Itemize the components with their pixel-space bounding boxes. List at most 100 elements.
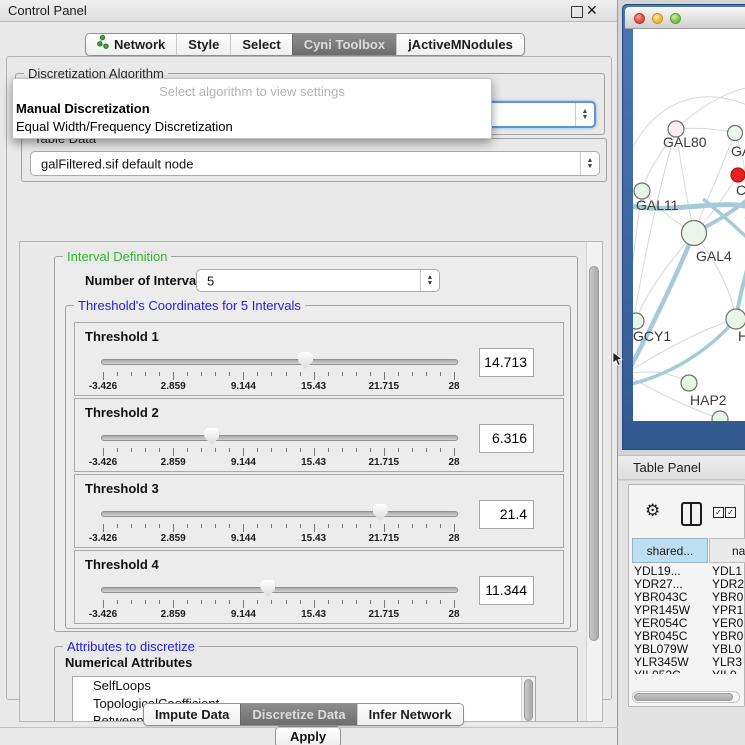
table-row[interactable]: YER054CYER0 xyxy=(632,616,745,629)
network-node[interactable] xyxy=(712,411,728,421)
table-row[interactable]: YPR145WYPR1 xyxy=(632,603,745,616)
network-canvas[interactable]: GAL80GACGAL11GAL4GCY1HHAP2 xyxy=(633,29,745,421)
algorithm-dropdown-popup: Select algorithm to view settings Manual… xyxy=(12,78,492,139)
apply-button[interactable]: Apply xyxy=(275,726,341,745)
column-header-name[interactable]: na xyxy=(709,538,745,563)
algorithm-option-equal-width[interactable]: Equal Width/Frequency Discretization xyxy=(13,118,491,136)
combo-arrows-icon: ▲▼ xyxy=(420,270,439,291)
table-row[interactable]: YBR045CYBR0 xyxy=(632,629,745,642)
combo-arrows-icon: ▲▼ xyxy=(575,103,594,126)
threshold-3-row: Threshold 3 -3.4262.8599.14415.4321.7152… xyxy=(74,474,564,548)
mouse-cursor xyxy=(612,351,624,372)
node-table[interactable]: shared... na YDL19...YDL1YDR27...YDR2YBR… xyxy=(630,538,745,674)
number-of-intervals-combobox[interactable]: 5 ▲▼ xyxy=(196,269,440,292)
window-minimize-icon[interactable] xyxy=(652,13,663,24)
gear-icon[interactable]: ⚙ xyxy=(645,502,660,519)
network-node[interactable] xyxy=(728,126,743,141)
table-row[interactable]: YIL052CYIL0 xyxy=(632,668,745,674)
interval-definition-label: Interval Definition xyxy=(63,249,171,264)
node-label: GA xyxy=(731,143,745,159)
table-row[interactable]: YBR043CYBR0 xyxy=(632,590,745,603)
tab-jactivemnodules[interactable]: jActiveMNodules xyxy=(396,34,524,55)
column-selector-icon[interactable] xyxy=(681,502,702,526)
node-label: GAL4 xyxy=(696,248,732,264)
threshold-4-slider-track[interactable] xyxy=(101,587,458,593)
control-panel: Control Panel ✕ Network Style Se xyxy=(0,0,618,745)
threshold-2-slider-track[interactable] xyxy=(101,435,458,441)
window-zoom-icon[interactable] xyxy=(670,13,681,24)
number-of-intervals-value: 5 xyxy=(207,273,214,288)
node-label: GCY1 xyxy=(633,328,671,344)
table-panel-inner: ⚙ ✓ ✓ shared... na YDL19...YDL1YDR27...Y… xyxy=(628,484,745,707)
checkbox-icon[interactable]: ✓ xyxy=(725,507,736,518)
float-panel-icon[interactable] xyxy=(571,6,583,18)
settings-vertical-scrollbar[interactable] xyxy=(586,242,602,721)
threshold-4-slider-thumb[interactable] xyxy=(260,580,275,597)
scrollbar-thumb[interactable] xyxy=(589,266,599,641)
checkbox-icon[interactable]: ✓ xyxy=(713,507,724,518)
attribute-list-item[interactable]: SelfLoops xyxy=(73,677,535,695)
network-node[interactable] xyxy=(681,375,697,391)
threshold-2-value-field[interactable]: 6.316 xyxy=(479,424,534,453)
window-close-icon[interactable] xyxy=(634,13,645,24)
network-node[interactable] xyxy=(633,313,644,329)
network-view-window[interactable]: GAL80GACGAL11GAL4GCY1HHAP2 xyxy=(622,4,745,450)
table-panel-title: Table Panel xyxy=(633,460,701,475)
node-label: GAL80 xyxy=(663,134,707,150)
screen: Control Panel ✕ Network Style Se xyxy=(0,0,745,745)
table-data-value: galFiltered.sif default node xyxy=(41,156,193,171)
control-panel-tabs: Network Style Select Cyni Toolbox jActiv… xyxy=(85,33,525,56)
network-node[interactable] xyxy=(731,168,745,182)
algorithm-option-manual[interactable]: Manual Discretization xyxy=(13,100,491,118)
table-panel-body: ⚙ ✓ ✓ shared... na YDL19...YDL1YDR27...Y… xyxy=(618,481,745,745)
threshold-3-slider-track[interactable] xyxy=(101,511,458,517)
table-row[interactable]: YDL19...YDL1 xyxy=(632,564,745,577)
scrollbar-thumb[interactable] xyxy=(634,693,733,701)
tab-impute-data[interactable]: Impute Data xyxy=(144,704,240,725)
algorithm-placeholder-option[interactable]: Select algorithm to view settings xyxy=(13,83,491,100)
attributes-list-scrollbar[interactable] xyxy=(521,677,535,722)
network-nodes: GAL80GACGAL11GAL4GCY1HHAP2 xyxy=(633,121,745,421)
tab-network[interactable]: Network xyxy=(86,34,176,55)
close-icon[interactable]: ✕ xyxy=(586,2,598,19)
threshold-1-slider-thumb[interactable] xyxy=(298,352,313,369)
tab-infer-network[interactable]: Infer Network xyxy=(357,704,463,725)
combo-arrows-icon: ▲▼ xyxy=(580,152,599,175)
threshold-4-row: Threshold 4 -3.4262.8599.14415.4321.7152… xyxy=(74,550,564,624)
network-node[interactable] xyxy=(682,221,707,246)
tab-select[interactable]: Select xyxy=(230,34,291,55)
table-row[interactable]: YLR345WYLR3 xyxy=(632,655,745,668)
tab-style[interactable]: Style xyxy=(176,34,230,55)
table-row[interactable]: YBL079WYBL0 xyxy=(632,642,745,655)
tab-discretize-data[interactable]: Discretize Data xyxy=(240,704,356,725)
threshold-2-row: Threshold 2 -3.4262.8599.14415.4321.7152… xyxy=(74,398,564,472)
column-header-shared-name[interactable]: shared... xyxy=(632,538,708,563)
number-of-intervals-label: Number of Intervals xyxy=(85,273,207,288)
table-data-combobox[interactable]: galFiltered.sif default node ▲▼ xyxy=(30,151,600,176)
table-row[interactable]: YDR27...YDR2 xyxy=(632,577,745,590)
network-node[interactable] xyxy=(726,309,745,329)
network-graph: GAL80GACGAL11GAL4GCY1HHAP2 xyxy=(633,29,745,421)
tab-cyni-toolbox[interactable]: Cyni Toolbox xyxy=(292,34,396,55)
threshold-1-label: Threshold 1 xyxy=(85,329,159,344)
threshold-3-slider-thumb[interactable] xyxy=(373,504,388,521)
node-label: HAP2 xyxy=(690,392,727,408)
cyni-mode-tabs: Impute Data Discretize Data Infer Networ… xyxy=(143,703,464,726)
cyni-toolbox-content: Discretization Algorithm ▲▼ Table Data g… xyxy=(6,56,612,700)
node-label: C xyxy=(736,182,745,198)
tab-network-label: Network xyxy=(114,35,165,54)
threshold-1-row: Threshold 1 -3.4262.8599.14415.4321.7152… xyxy=(74,322,564,396)
table-horizontal-scrollbar[interactable] xyxy=(632,691,740,703)
threshold-2-slider-thumb[interactable] xyxy=(204,428,219,445)
node-label: GAL11 xyxy=(636,197,679,213)
network-window-titlebar xyxy=(625,7,745,29)
threshold-1-slider-track[interactable] xyxy=(101,359,458,365)
threshold-4-value-field[interactable]: 11.344 xyxy=(479,576,534,605)
threshold-1-value-field[interactable]: 14.713 xyxy=(479,348,534,377)
threshold-3-value-field[interactable]: 21.4 xyxy=(479,500,534,529)
table-data-group: Table Data galFiltered.sif default node … xyxy=(21,138,607,182)
threshold-3-label: Threshold 3 xyxy=(85,481,159,496)
threshold-coordinates-group: Threshold's Coordinates for 5 Intervals … xyxy=(65,305,571,629)
divider xyxy=(0,727,618,728)
control-panel-titlebar: Control Panel ✕ xyxy=(0,0,617,22)
